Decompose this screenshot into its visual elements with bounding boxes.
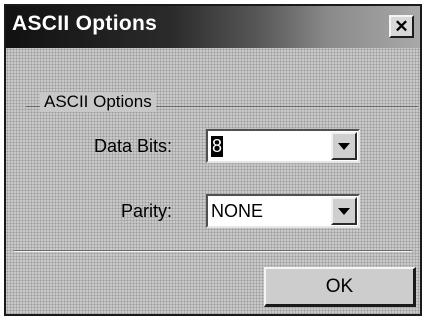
separator [14, 250, 412, 252]
parity-label: Parity: [120, 201, 172, 221]
ok-button[interactable]: OK [264, 267, 416, 307]
data-bits-label: Data Bits: [93, 136, 172, 156]
chevron-down-icon [338, 208, 350, 215]
ascii-options-dialog: ASCII Options ✕ ASCII Options Data Bits:… [4, 4, 422, 316]
title-bar[interactable]: ASCII Options ✕ [6, 6, 420, 48]
parity-dropdown-button[interactable] [331, 197, 357, 225]
parity-select[interactable]: NONE [206, 194, 360, 228]
group-label: ASCII Options [40, 92, 156, 112]
data-bits-value: 8 [211, 136, 224, 157]
window-title: ASCII Options [12, 12, 158, 35]
data-bits-select[interactable]: 8 [206, 129, 360, 163]
ok-button-label: OK [325, 276, 354, 297]
chevron-down-icon [338, 143, 350, 150]
close-icon: ✕ [394, 17, 409, 36]
parity-value: NONE [211, 201, 264, 221]
close-button[interactable]: ✕ [389, 15, 414, 38]
data-bits-dropdown-button[interactable] [331, 132, 357, 160]
